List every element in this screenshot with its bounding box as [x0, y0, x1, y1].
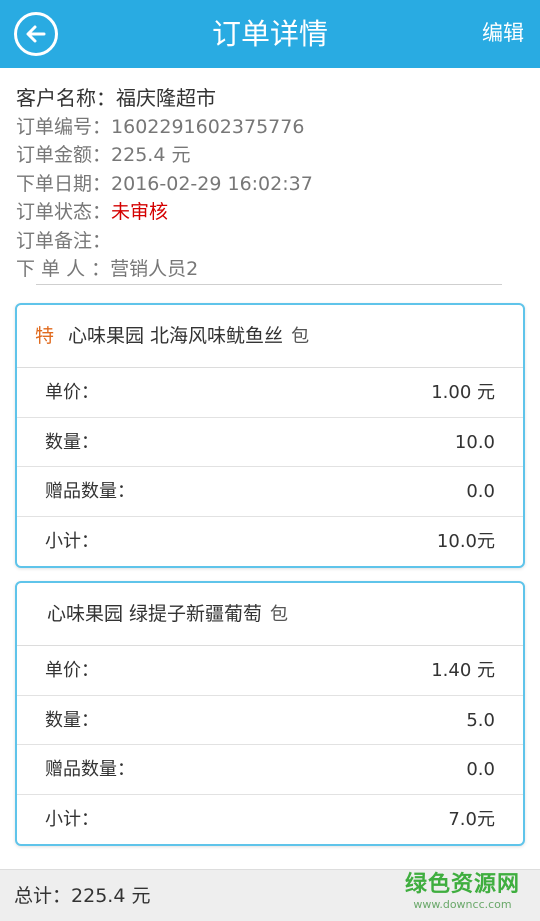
gift-quantity-row: 赠品数量： 0.0	[17, 745, 523, 795]
order-status-label: 订单状态：	[16, 201, 112, 223]
gift-quantity-row: 赠品数量： 0.0	[17, 467, 523, 517]
product-unit: 包	[291, 326, 310, 347]
edit-button[interactable]: 编辑	[482, 18, 524, 48]
gift-quantity-label: 赠品数量：	[45, 481, 135, 502]
gift-quantity-value: 0.0	[466, 759, 495, 780]
subtotal-value: 10.0元	[436, 530, 495, 552]
order-placer-label: 下 单 人 ：	[16, 258, 111, 280]
total-label: 总计：	[14, 885, 72, 907]
total-value: 225.4 元	[71, 885, 151, 907]
order-number-label: 订单编号：	[16, 115, 112, 138]
subtotal-row: 小计： 10.0元	[17, 517, 523, 567]
order-total: 总计：225.4 元	[14, 882, 150, 910]
product-card[interactable]: 特心味果园 北海风味鱿鱼丝包 单价： 1.00 元 数量： 10.0 赠品数量：…	[15, 303, 525, 568]
app-header: 订单详情 编辑	[0, 0, 540, 68]
watermark-url: www.downcc.com	[413, 898, 512, 911]
quantity-value: 5.0	[466, 709, 495, 731]
price-value: 1.40 元	[431, 660, 495, 681]
quantity-value: 10.0	[454, 431, 495, 453]
price-label: 单价：	[45, 660, 99, 681]
price-row: 单价： 1.40 元	[17, 646, 523, 696]
order-number-row: 订单编号：1602291602375776	[16, 113, 506, 142]
order-date-value: 2016-02-29 16:02:37	[111, 172, 313, 195]
gift-quantity-label: 赠品数量：	[45, 759, 135, 780]
quantity-row: 数量： 5.0	[17, 696, 523, 745]
watermark-title: 绿色资源网	[404, 872, 520, 897]
order-placer-value: 营销人员2	[110, 258, 199, 280]
page-title: 订单详情	[211, 17, 328, 51]
divider	[36, 284, 502, 285]
special-tag: 特	[35, 325, 55, 347]
order-date-label: 下单日期：	[16, 172, 112, 195]
order-status-value: 未审核	[111, 201, 169, 223]
product-card[interactable]: 心味果园 绿提子新疆葡萄包 单价： 1.40 元 数量： 5.0 赠品数量： 0…	[15, 581, 525, 846]
product-name: 心味果园 北海风味鱿鱼丝	[68, 325, 284, 347]
order-info: 客户名称：福庆隆超市 订单编号：1602291602375776 订单金额：22…	[16, 84, 506, 284]
customer-label: 客户名称：	[16, 86, 116, 110]
price-row: 单价： 1.00 元	[17, 368, 523, 418]
quantity-label: 数量：	[45, 431, 99, 453]
product-title: 特心味果园 北海风味鱿鱼丝包	[17, 305, 523, 368]
order-remark-label: 订单备注：	[16, 229, 112, 252]
subtotal-row: 小计： 7.0元	[17, 795, 523, 845]
customer-value: 福庆隆超市	[116, 86, 216, 110]
quantity-row: 数量： 10.0	[17, 418, 523, 467]
order-amount-value: 225.4 元	[111, 144, 191, 166]
price-value: 1.00 元	[431, 382, 495, 403]
subtotal-label: 小计：	[45, 808, 99, 830]
order-amount-label: 订单金额：	[16, 144, 112, 166]
order-placer-row: 下 单 人 ：营销人员2	[16, 255, 506, 284]
watermark: 绿色资源网 www.downcc.com	[405, 872, 520, 912]
order-remark-row: 订单备注：	[16, 227, 506, 256]
gift-quantity-value: 0.0	[466, 481, 495, 502]
order-status-row: 订单状态：未审核	[16, 198, 506, 227]
order-amount-row: 订单金额：225.4 元	[16, 141, 506, 170]
order-number-value: 1602291602375776	[111, 115, 305, 138]
customer-row: 客户名称：福庆隆超市	[16, 84, 506, 113]
product-title: 心味果园 绿提子新疆葡萄包	[17, 583, 523, 646]
subtotal-value: 7.0元	[448, 808, 495, 830]
order-date-row: 下单日期：2016-02-29 16:02:37	[16, 170, 506, 199]
price-label: 单价：	[45, 382, 99, 403]
subtotal-label: 小计：	[45, 530, 99, 552]
product-unit: 包	[270, 604, 289, 625]
product-name: 心味果园 绿提子新疆葡萄	[47, 603, 263, 625]
quantity-label: 数量：	[45, 709, 99, 731]
